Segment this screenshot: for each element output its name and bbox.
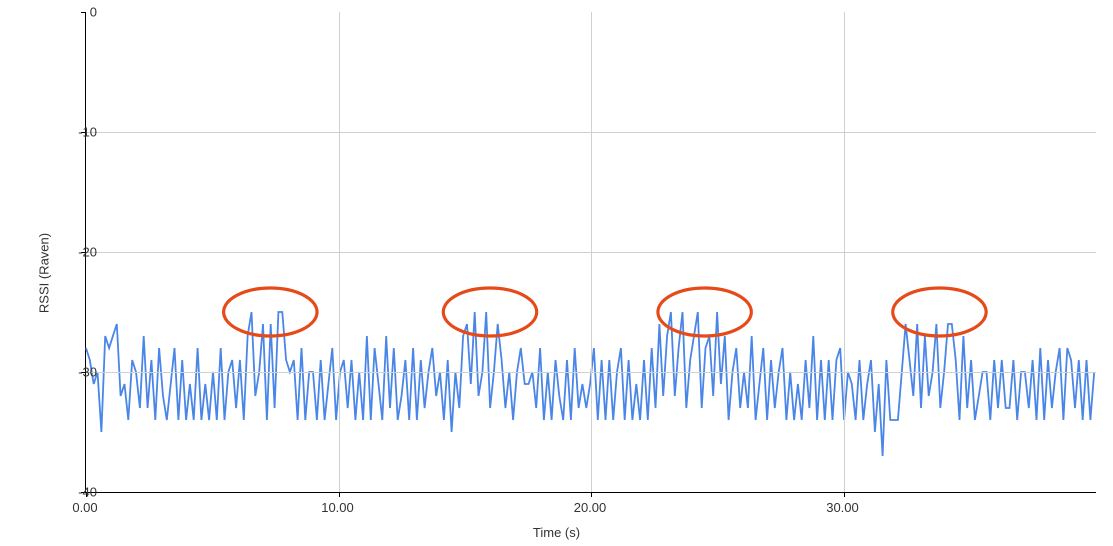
xtick-label: 20.00	[574, 500, 607, 515]
annotation-ellipse	[893, 288, 986, 336]
xtick-mark	[591, 492, 592, 497]
ytick-label: -20	[57, 245, 97, 260]
xtick-label: 0.00	[72, 500, 97, 515]
gridline-v	[591, 12, 592, 492]
ytick-label: -40	[57, 485, 97, 500]
plot-area	[85, 12, 1096, 493]
gridline-v	[844, 12, 845, 492]
ytick-label: 0	[57, 5, 97, 20]
xtick-mark	[844, 492, 845, 497]
xtick-label: 10.00	[321, 500, 354, 515]
xtick-mark	[339, 492, 340, 497]
rssi-chart: RSSI (Raven) Time (s) 0 -10 -20 -30 -400.00 1…	[0, 0, 1113, 546]
xtick-label: 30.00	[826, 500, 859, 515]
annotation-ellipse	[658, 288, 751, 336]
ytick-label: -30	[57, 365, 97, 380]
y-axis-label: RSSI (Raven)	[37, 233, 52, 313]
ytick-label: -10	[57, 125, 97, 140]
annotation-ellipse	[443, 288, 536, 336]
x-axis-label: Time (s)	[533, 525, 580, 540]
gridline-v	[339, 12, 340, 492]
